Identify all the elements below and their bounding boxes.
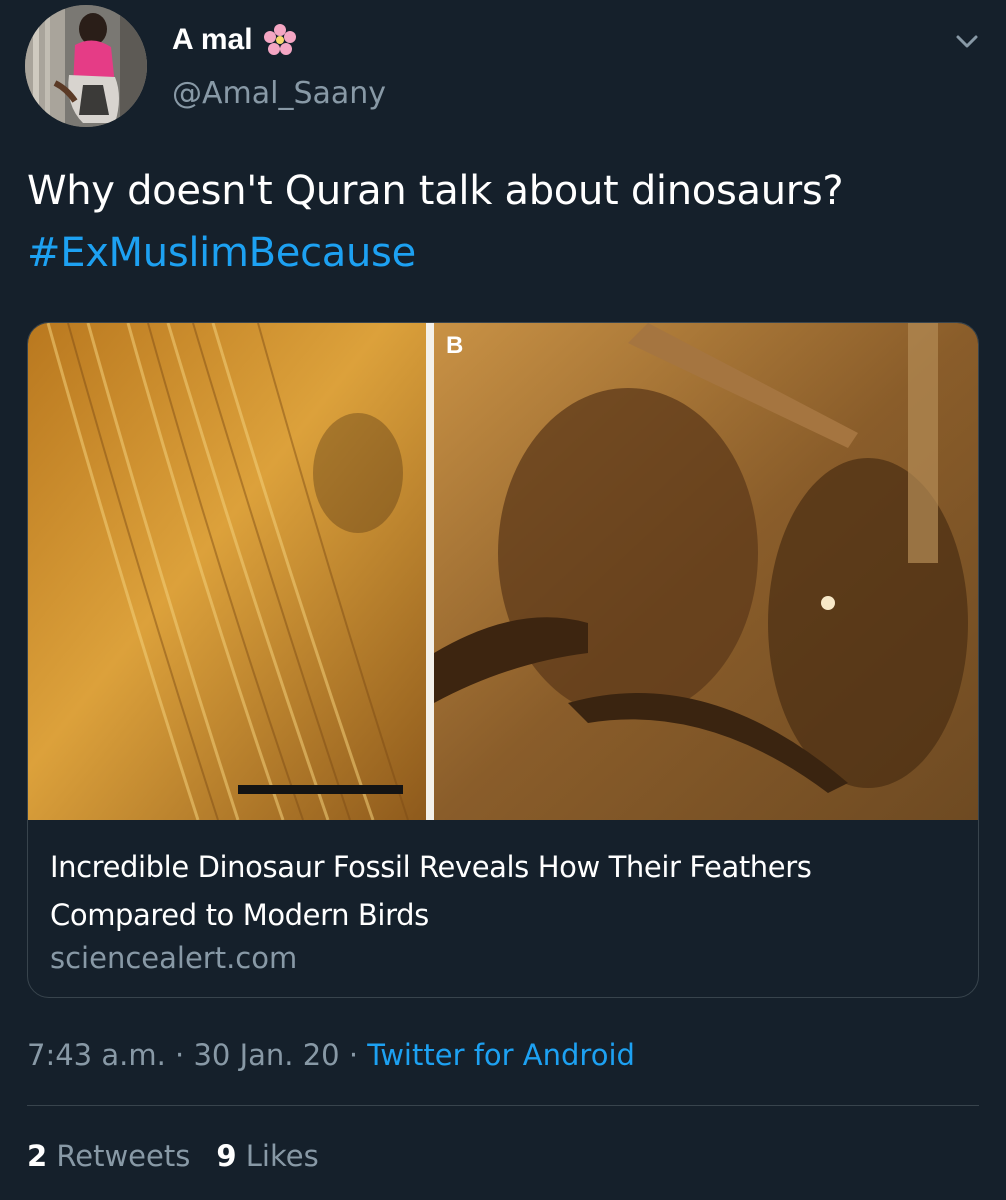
meta-separator: ·: [165, 1038, 194, 1072]
tweet-time[interactable]: 7:43 a.m.: [27, 1038, 166, 1072]
avatar[interactable]: [25, 5, 147, 127]
hashtag-link[interactable]: #ExMuslimBecause: [27, 222, 987, 284]
card-title-line: Compared to Modern Birds: [50, 898, 429, 932]
avatar-image: [25, 5, 147, 127]
user-handle[interactable]: @Amal_Saany: [172, 74, 386, 114]
likes-count: 9: [216, 1139, 237, 1173]
card-domain: sciencealert.com: [50, 941, 298, 975]
tweet-source-link[interactable]: Twitter for Android: [367, 1038, 635, 1072]
flower-icon: [263, 23, 297, 57]
display-name[interactable]: A mal: [172, 22, 297, 58]
tweet-text: Why doesn't Quran talk about dinosaurs? …: [27, 160, 987, 284]
meta-separator: ·: [339, 1038, 368, 1072]
tweet-stats: 2 Retweets 9 Likes: [27, 1135, 319, 1177]
tweet-metadata: 7:43 a.m. · 30 Jan. 20 · Twitter for And…: [27, 1034, 635, 1076]
link-card[interactable]: B Incredible Dinosaur Fossil Reveals How…: [27, 322, 979, 998]
tweet-text-line: Why doesn't Quran talk about dinosaurs?: [27, 168, 844, 214]
card-image: B: [28, 323, 978, 820]
divider: [27, 1105, 979, 1106]
tweet-date[interactable]: 30 Jan. 20: [193, 1038, 339, 1072]
image-panel-label: B: [446, 332, 463, 359]
chevron-down-icon[interactable]: [950, 24, 984, 58]
display-name-text: A mal: [172, 23, 253, 56]
likes-label: Likes: [245, 1139, 319, 1173]
retweets-label: Retweets: [56, 1139, 191, 1173]
retweets-stat[interactable]: 2 Retweets: [27, 1139, 190, 1173]
likes-stat[interactable]: 9 Likes: [216, 1139, 318, 1173]
retweets-count: 2: [27, 1139, 48, 1173]
card-title-line: Incredible Dinosaur Fossil Reveals How T…: [50, 850, 812, 884]
card-title: Incredible Dinosaur Fossil Reveals How T…: [50, 843, 950, 939]
